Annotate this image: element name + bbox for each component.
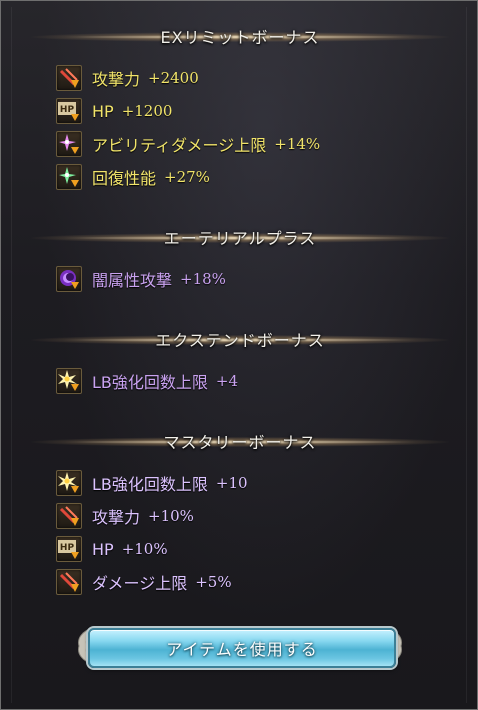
bonus-value: +18% [180, 270, 226, 288]
bonus-label: 闇属性攻撃 [92, 271, 173, 290]
section-title: EXリミットボーナス [160, 28, 320, 47]
bonus-label: アビリティダメージ上限 [92, 136, 267, 155]
bonus-value: +1200 [121, 102, 173, 120]
bonus-label: 攻撃力 [92, 508, 141, 527]
bonus-label: LB強化回数上限 [92, 373, 208, 392]
bonus-value: +4 [215, 372, 239, 390]
list-item: 回復性能 +27% [56, 163, 210, 191]
bonus-value: +10% [148, 507, 194, 525]
bonus-panel: EXリミットボーナス 攻撃力 +2400 HP HP +1200 アビリティダメ… [0, 0, 478, 710]
use-item-button[interactable]: アイテムを使用する [88, 628, 396, 668]
svg-text:HP: HP [60, 105, 75, 115]
ability-damage-icon [56, 131, 82, 157]
section-header-ex-limit: EXリミットボーナス [1, 22, 477, 50]
list-item: HP HP +1200 [56, 97, 172, 125]
section-header-extend-bonus: エクステンドボーナス [1, 325, 477, 353]
svg-text:HP: HP [60, 543, 75, 553]
attack-icon [56, 65, 82, 91]
bonus-label: 回復性能 [92, 169, 157, 188]
bonus-label: 攻撃力 [92, 70, 141, 89]
bonus-value: +27% [164, 168, 210, 186]
section-title: エーテリアルプラス [163, 229, 317, 248]
bonus-label: LB強化回数上限 [92, 475, 208, 494]
bonus-value: +10% [121, 540, 168, 558]
limit-break-icon [56, 470, 82, 496]
dark-element-icon [56, 266, 82, 292]
section-title: エクステンドボーナス [155, 331, 325, 350]
section-header-etherial-plus: エーテリアルプラス [1, 223, 477, 251]
use-item-button-label: アイテムを使用する [166, 640, 318, 659]
list-item: 攻撃力 +10% [56, 502, 194, 530]
limit-break-icon [56, 368, 82, 394]
list-item: ダメージ上限 +5% [56, 568, 232, 596]
list-item: HP HP +10% [56, 535, 168, 563]
bonus-value: +14% [274, 135, 321, 153]
bonus-value: +2400 [148, 69, 199, 87]
list-item: 攻撃力 +2400 [56, 64, 199, 92]
list-item: LB強化回数上限 +4 [56, 367, 238, 395]
bonus-label: HP [92, 101, 114, 121]
list-item: 闇属性攻撃 +18% [56, 265, 226, 293]
bonus-value: +10 [215, 474, 248, 492]
bonus-label: HP [92, 539, 114, 559]
section-header-mastery-bonus: マスタリーボーナス [1, 427, 477, 455]
hp-icon: HP [56, 536, 82, 562]
bonus-value: +5% [195, 573, 232, 591]
attack-icon [56, 569, 82, 595]
list-item: アビリティダメージ上限 +14% [56, 130, 320, 158]
attack-icon [56, 503, 82, 529]
section-title: マスタリーボーナス [163, 433, 317, 452]
list-item: LB強化回数上限 +10 [56, 469, 248, 497]
bonus-label: ダメージ上限 [92, 574, 188, 593]
hp-icon: HP [56, 98, 82, 124]
healing-icon [56, 164, 82, 190]
